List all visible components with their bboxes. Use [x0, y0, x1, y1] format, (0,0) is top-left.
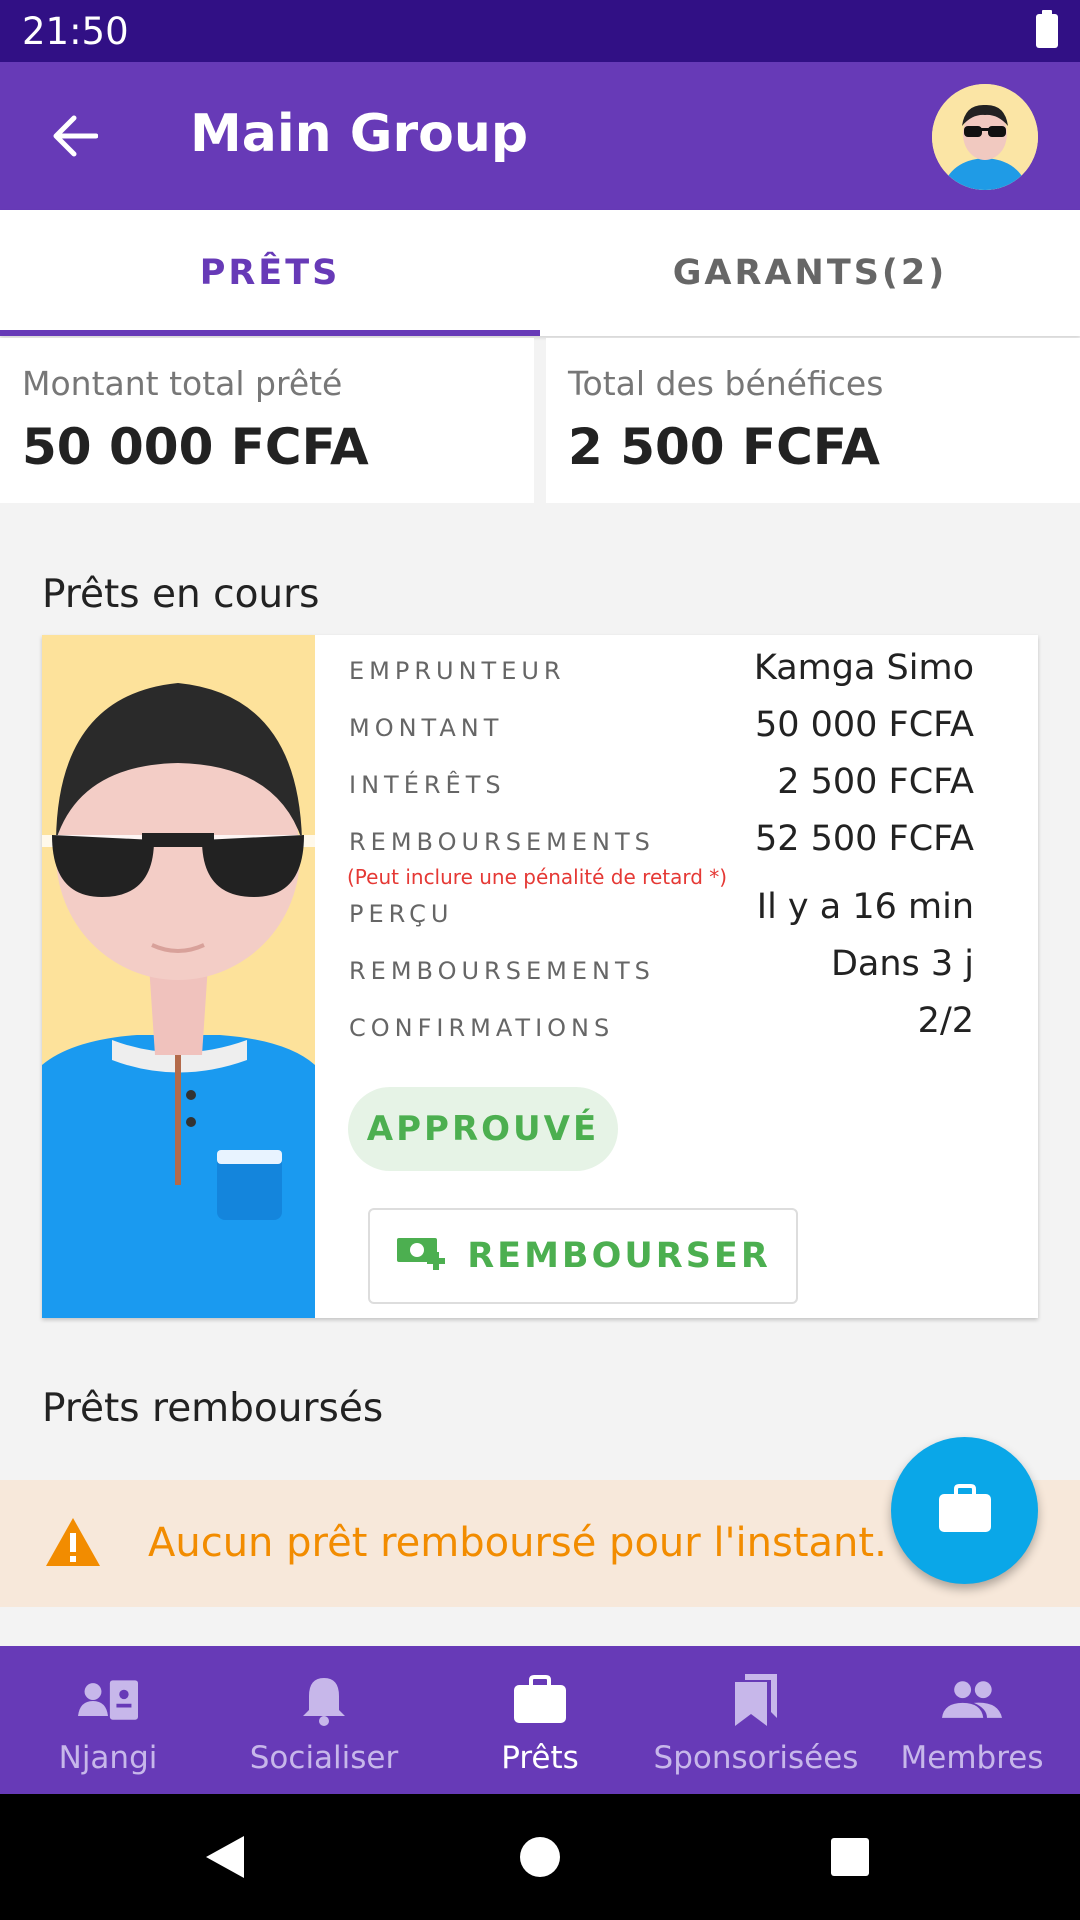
total-lent-value: 50 000 FCFA [22, 418, 369, 476]
repay-button-label: REMBOURSER [467, 1236, 771, 1276]
borrower-photo [42, 635, 315, 1318]
repayments-total-value: 52 500 FCFA [754, 819, 974, 859]
nav-label-njangi: Njangi [58, 1740, 158, 1776]
repaid-loans-title: Prêts remboursés [42, 1386, 384, 1431]
bottom-nav: Njangi Socialiser Prêts Sponsorisées Mem… [0, 1646, 1080, 1794]
total-lent-card: Montant total prêté 50 000 FCFA [0, 338, 534, 503]
back-arrow-icon[interactable] [40, 102, 108, 170]
system-home-icon[interactable] [505, 1822, 575, 1892]
total-lent-label: Montant total prêté [22, 364, 343, 403]
tab-indicator [0, 330, 540, 336]
repayments-total-label: REMBOURSEMENTS [349, 828, 655, 856]
total-benefits-label: Total des bénéfices [568, 364, 884, 403]
bookmarks-icon [726, 1670, 786, 1730]
briefcase-icon [510, 1670, 570, 1730]
received-label: PERÇU [349, 900, 454, 928]
id-card-icon [78, 1670, 138, 1730]
repay-button[interactable]: REMBOURSER [368, 1208, 798, 1304]
amount-value: 50 000 FCFA [754, 705, 974, 745]
interest-value: 2 500 FCFA [777, 762, 974, 802]
cash-plus-icon [395, 1234, 449, 1279]
borrower-label: EMPRUNTEUR [349, 657, 566, 685]
system-nav-bar [0, 1794, 1080, 1920]
total-benefits-value: 2 500 FCFA [568, 418, 880, 476]
new-loan-fab[interactable] [891, 1437, 1038, 1584]
status-badge: APPROUVÉ [348, 1087, 618, 1171]
repayments-due-value: Dans 3 j [830, 944, 974, 984]
tab-prets[interactable]: PRÊTS [0, 210, 540, 336]
people-icon [942, 1670, 1002, 1730]
battery-icon [1036, 10, 1058, 48]
received-value: Il y a 16 min [756, 887, 974, 927]
page-title: Main Group [190, 104, 529, 164]
warning-icon [44, 1516, 102, 1572]
system-back-icon[interactable] [190, 1822, 260, 1892]
user-avatar[interactable] [932, 84, 1038, 190]
tab-bar: PRÊTS GARANTS(2) [0, 210, 1080, 336]
confirmations-value: 2/2 [917, 1001, 974, 1041]
penalty-note: (Peut inclure une pénalité de retard *) [347, 865, 728, 889]
borrower-value: Kamga Simo [753, 648, 974, 688]
nav-item-njangi[interactable]: Njangi [0, 1646, 216, 1794]
nav-item-socialiser[interactable]: Socialiser [216, 1646, 432, 1794]
system-recents-icon[interactable] [815, 1822, 885, 1892]
nav-label-prets: Prêts [501, 1740, 579, 1776]
loan-card: EMPRUNTEUR Kamga Simo MONTANT 50 000 FCF… [42, 635, 1038, 1318]
nav-label-socialiser: Socialiser [249, 1740, 399, 1776]
briefcase-icon [937, 1483, 993, 1538]
nav-label-membres: Membres [900, 1740, 1044, 1776]
nav-item-sponsorisees[interactable]: Sponsorisées [648, 1646, 864, 1794]
app-bar: Main Group [0, 62, 1080, 210]
nav-item-membres[interactable]: Membres [864, 1646, 1080, 1794]
repayments-due-label: REMBOURSEMENTS [349, 957, 655, 985]
bell-icon [294, 1670, 354, 1730]
confirmations-label: CONFIRMATIONS [349, 1014, 615, 1042]
interest-label: INTÉRÊTS [349, 771, 506, 799]
status-bar: 21:50 [0, 0, 1080, 62]
ongoing-loans-title: Prêts en cours [42, 572, 320, 617]
empty-repaid-message: Aucun prêt remboursé pour l'instant. [148, 1520, 887, 1566]
nav-label-sponsorisees: Sponsorisées [653, 1740, 859, 1776]
status-time: 21:50 [22, 10, 129, 53]
total-benefits-card: Total des bénéfices 2 500 FCFA [546, 338, 1080, 503]
amount-label: MONTANT [349, 714, 504, 742]
tab-garants[interactable]: GARANTS(2) [540, 210, 1080, 336]
nav-item-prets[interactable]: Prêts [432, 1646, 648, 1794]
